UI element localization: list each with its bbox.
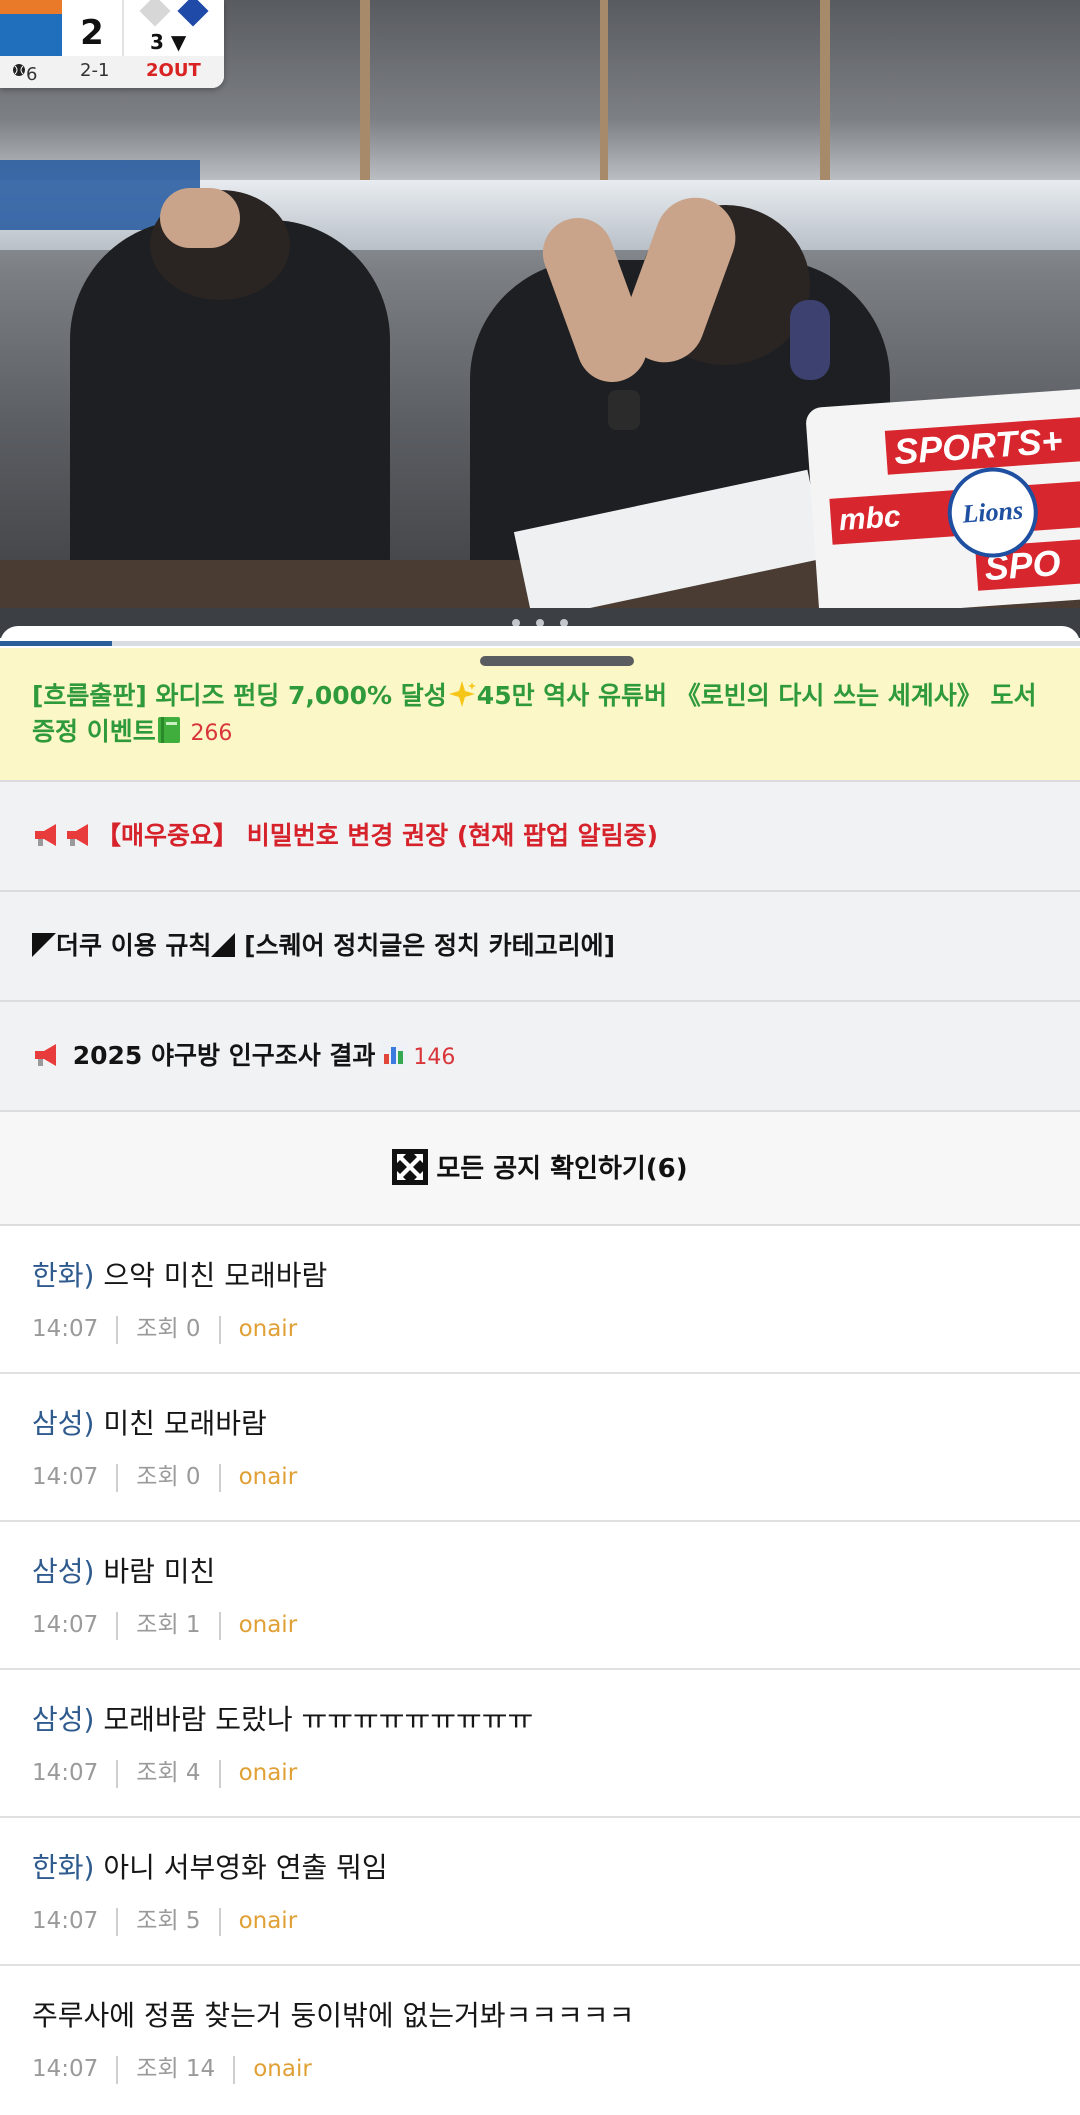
ball-strike-count: 2-1 [80,60,110,81]
book-icon [157,717,180,743]
post-category: onair [238,1316,298,1342]
pitch-count-value: 6 [26,64,38,85]
bar-chart-icon [380,1041,409,1067]
post-tag: 삼성) [32,1703,95,1736]
list-item[interactable]: 삼성) 바람 미친 14:07 조회 1 onair [0,1522,1080,1670]
bases-indicator: 3 ▼ [130,0,224,56]
post-time: 14:07 [32,1464,99,1490]
notice-important[interactable]: 【매우중요】 비밀번호 변경 권장 (현재 팝업 알림중) [0,782,1080,892]
base-empty [139,0,171,27]
notice-rules-title: 더쿠 이용 규칙 [56,931,212,960]
list-item[interactable]: 주루사에 정품 찾는거 둥이밖에 없는거봐ㅋㅋㅋㅋㅋ 14:07 조회 14 ona… [0,1966,1080,2114]
post-title-text: 주루사에 정품 찾는거 둥이밖에 없는거봐ㅋㅋㅋㅋㅋ [32,1999,635,2032]
comment-count: 146 [413,1045,456,1070]
score-value: 2 [62,0,124,56]
post-title-text: 미친 모래바람 [103,1407,267,1440]
post-category: onair [253,2056,312,2082]
post-tag: 삼성) [32,1555,95,1588]
post-views: 조회 0 [136,1316,201,1342]
post-title-text: 모래바람 도랐나 ㅠㅠㅠㅠㅠㅠㅠㅠㅠ [103,1703,534,1736]
notice-census[interactable]: 2025 야구방 인구조사 결과 146 [0,1002,1080,1112]
video-beam [360,0,370,200]
post-category: onair [238,1908,298,1934]
post-tag: 한화) [32,1259,95,1292]
post-title-text: 바람 미친 [103,1555,216,1588]
post-meta: 14:07 조회 1 onair [32,1608,297,1642]
corner-triangle-icon [211,933,236,957]
list-item[interactable]: 한화) 아니 서부영화 연출 뭐임 14:07 조회 5 onair [0,1818,1080,1966]
notice-census-text: 2025 야구방 인구조사 결과 146 [32,1038,455,1076]
video-progress-fill [0,641,112,646]
scoreboard-status-row: 6 2-1 2OUT [0,56,224,88]
post-meta: 14:07 조회 0 onair [32,1460,297,1494]
notice-rules-text: 더쿠 이용 규칙 [스퀘어 정치글은 정치 카테고리에] [32,928,615,964]
baseball-icon [13,63,25,76]
video-laptop: SPORTS+ mbc SPO Lions [805,388,1080,608]
post-tag: 한화) [32,1851,95,1884]
team-color-badge [0,0,62,56]
list-item[interactable]: 삼성) 모래바람 도랐나 ㅠㅠㅠㅠㅠㅠㅠㅠㅠ 14:07 조회 4 onair [0,1670,1080,1818]
post-time: 14:07 [32,2056,99,2082]
notice-important-title: 【매우중요】 비밀번호 변경 권장 (현재 팝업 알림중) [96,821,659,850]
megaphone-icon [35,824,56,846]
notice-rules[interactable]: 더쿠 이용 규칙 [스퀘어 정치글은 정치 카테고리에] [0,892,1080,1002]
post-title: 삼성) 바람 미친 [32,1552,215,1592]
post-category: onair [238,1464,298,1490]
post-category: onair [238,1760,298,1786]
post-title: 한화) 아니 서부영화 연출 뭐임 [32,1848,388,1888]
post-meta: 14:07 조회 5 onair [32,1904,297,1938]
post-meta: 14:07 조회 0 onair [32,1312,297,1346]
notice-event-title: [흐름출판] 와디즈 펀딩 7,000% 달성 [32,681,447,710]
video-beam [600,0,608,200]
corner-triangle-icon [32,933,56,957]
post-views: 조회 0 [136,1464,201,1490]
post-category: onair [238,1612,298,1638]
comment-count: 266 [190,721,233,746]
video-watch [608,390,640,430]
view-all-notices-label: 모든 공지 확인하기(6) [436,1154,688,1184]
pitch-count: 6 [12,60,37,85]
out-count: 2OUT [146,60,201,81]
post-title: 주루사에 정품 찾는거 둥이밖에 없는거봐ㅋㅋㅋㅋㅋ [32,1996,634,2036]
notice-event-text: [흐름출판] 와디즈 펀딩 7,000% 달성 45만 역사 유튜버 《로빈의 … [32,678,1042,752]
post-title-text: 아니 서부영화 연출 뭐임 [103,1851,388,1884]
post-time: 14:07 [32,1612,99,1638]
sheet-grabber-handle[interactable] [480,656,634,666]
post-time: 14:07 [32,1908,99,1934]
video-person-left-hand [160,188,240,248]
post-views: 조회 4 [136,1760,201,1786]
megaphone-icon [67,824,88,846]
laptop-banner-sports: SPORTS+ [884,414,1080,475]
video-headphones [790,300,830,380]
post-meta: 14:07 조회 4 onair [32,1756,297,1790]
list-item[interactable]: 삼성) 미친 모래바람 14:07 조회 0 onair [0,1374,1080,1522]
video-player[interactable]: SPORTS+ mbc SPO Lions 2 3 ▼ 6 2-1 2OUT [0,0,1080,608]
post-views: 조회 1 [136,1612,201,1638]
video-beam [820,0,830,200]
post-time: 14:07 [32,1760,99,1786]
view-all-notices-button[interactable]: 모든 공지 확인하기(6) [0,1112,1080,1226]
post-meta: 14:07 조회 14 onair [32,2052,312,2086]
sparkle-icon [448,681,476,707]
video-progress-track[interactable] [0,641,1080,646]
notice-event[interactable]: [흐름출판] 와디즈 펀딩 7,000% 달성 45만 역사 유튜버 《로빈의 … [0,648,1080,782]
post-title-text: 으악 미친 모래바람 [103,1259,328,1292]
inning-indicator: 3 ▼ [150,30,187,54]
post-tag: 삼성) [32,1407,95,1440]
notice-important-text: 【매우중요】 비밀번호 변경 권장 (현재 팝업 알림중) [32,818,658,854]
post-title: 삼성) 미친 모래바람 [32,1404,267,1444]
list-item[interactable]: 한화) 으악 미친 모래바람 14:07 조회 0 onair [0,1226,1080,1374]
notice-rules-subtitle: [스퀘어 정치글은 정치 카테고리에] [244,931,616,960]
post-views: 조회 5 [136,1908,201,1934]
notice-census-title: 2025 야구방 인구조사 결과 [72,1041,376,1070]
expand-arrows-icon [392,1148,429,1185]
scoreboard: 2 3 ▼ 6 2-1 2OUT [0,0,224,88]
post-title: 삼성) 모래바람 도랐나 ㅠㅠㅠㅠㅠㅠㅠㅠㅠ [32,1700,533,1740]
base-occupied [177,0,209,27]
post-title: 한화) 으악 미친 모래바람 [32,1256,327,1296]
post-time: 14:07 [32,1316,99,1342]
megaphone-icon [35,1044,56,1066]
post-views: 조회 14 [136,2056,216,2082]
